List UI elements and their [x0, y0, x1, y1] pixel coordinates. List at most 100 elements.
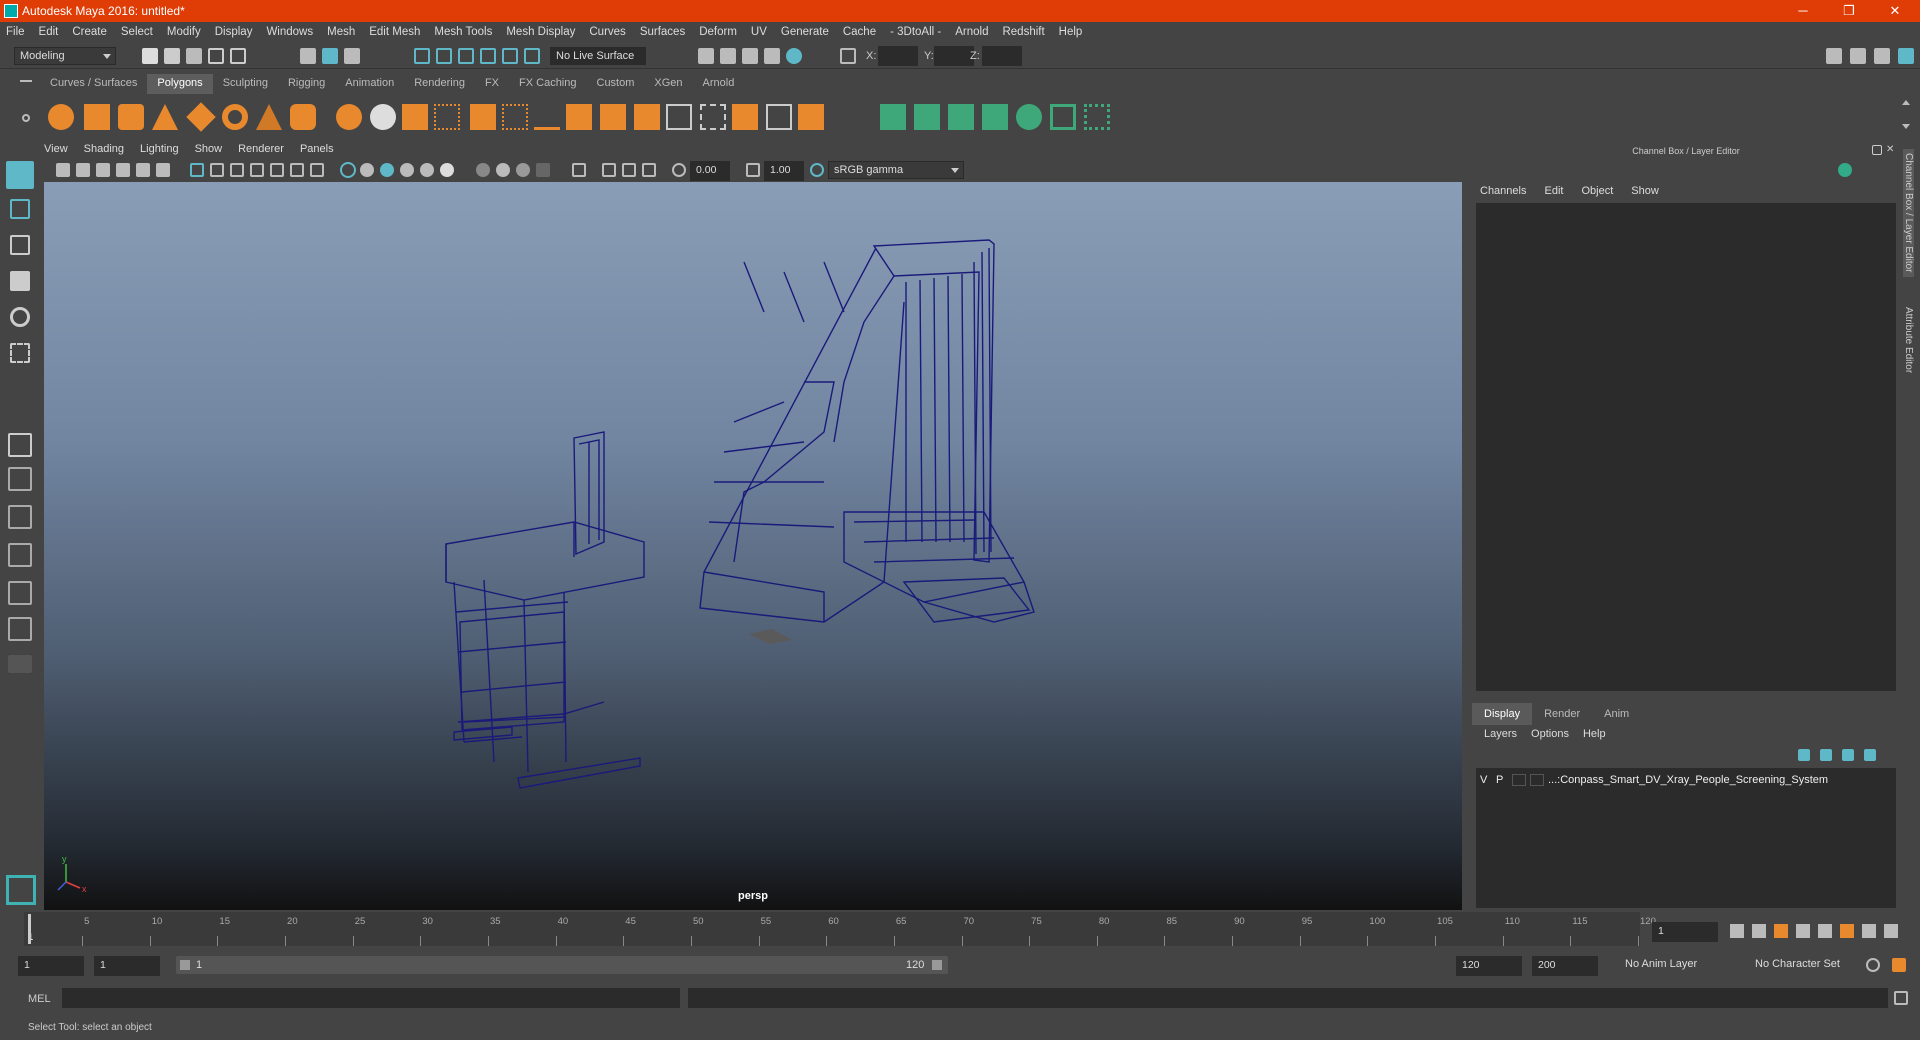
cb-menu-show[interactable]: Show	[1631, 185, 1659, 197]
render-settings-icon[interactable]	[764, 48, 780, 64]
channel-box-area[interactable]	[1476, 203, 1896, 691]
menu-mesh-tools[interactable]: Mesh Tools	[434, 26, 492, 38]
unfold-icon[interactable]	[1016, 104, 1042, 130]
undo-icon[interactable]	[208, 48, 224, 64]
attribute-editor-toggle-icon[interactable]	[1850, 48, 1866, 64]
insert-edge-icon[interactable]	[732, 104, 758, 130]
playback-end-field[interactable]: 120	[1456, 956, 1522, 976]
menu-create[interactable]: Create	[72, 26, 107, 38]
shelf-tab-fx[interactable]: FX	[475, 74, 509, 94]
hypershade-icon[interactable]	[786, 48, 802, 64]
poly-pyramid-icon[interactable]	[256, 104, 282, 130]
target-weld-icon[interactable]	[766, 104, 792, 130]
range-slider-right-handle[interactable]	[932, 960, 942, 970]
poly-plane-icon[interactable]	[186, 102, 216, 132]
close-panel-icon[interactable]: ✕	[1886, 145, 1896, 155]
planar-map-icon[interactable]	[880, 104, 906, 130]
menu-modify[interactable]: Modify	[167, 26, 201, 38]
camera-select-icon[interactable]	[56, 163, 70, 177]
shelf-tab-animation[interactable]: Animation	[335, 74, 404, 94]
gamma-icon[interactable]	[746, 163, 760, 177]
safe-title-icon[interactable]	[310, 163, 324, 177]
menu-mesh-display[interactable]: Mesh Display	[506, 26, 575, 38]
channel-box-toggle-icon[interactable]	[1898, 48, 1914, 64]
resolution-gate-icon[interactable]	[230, 163, 244, 177]
anti-aliasing-icon[interactable]	[516, 163, 530, 177]
layer-menu-options[interactable]: Options	[1531, 728, 1569, 740]
lasso-tool-icon[interactable]	[10, 199, 30, 219]
menu-help[interactable]: Help	[1059, 26, 1083, 38]
side-tab-channel-box[interactable]: Channel Box / Layer Editor	[1903, 149, 1914, 277]
ambient-occlusion-icon[interactable]	[476, 163, 490, 177]
layer-tab-render[interactable]: Render	[1532, 703, 1592, 725]
animation-preferences-icon[interactable]	[1892, 958, 1906, 972]
z-field[interactable]	[982, 46, 1022, 66]
automatic-map-icon[interactable]	[982, 104, 1008, 130]
save-scene-icon[interactable]	[186, 48, 202, 64]
new-layer-selected-icon[interactable]	[1864, 749, 1876, 761]
cut-uv-icon[interactable]	[1084, 104, 1110, 130]
play-forwards-icon[interactable]	[1818, 924, 1832, 938]
menu-deform[interactable]: Deform	[699, 26, 737, 38]
step-back-key-icon[interactable]	[1774, 924, 1788, 938]
select-by-hierarchy-icon[interactable]	[300, 48, 316, 64]
grease-pencil-icon[interactable]	[156, 163, 170, 177]
perspective-viewport[interactable]: y x persp	[44, 182, 1462, 910]
colorspace-dropdown[interactable]: sRGB gamma	[828, 161, 964, 179]
exposure-field[interactable]: 0.00	[690, 161, 730, 181]
layer-visibility-toggle[interactable]: V	[1480, 774, 1496, 786]
range-slider-left-handle[interactable]	[180, 960, 190, 970]
menu-edit[interactable]: Edit	[39, 26, 59, 38]
layer-name[interactable]: ...:Conpass_Smart_DV_Xray_People_Screeni…	[1548, 774, 1828, 786]
poly-pipe-icon[interactable]	[290, 104, 316, 130]
shelf-menu-icon[interactable]	[20, 80, 32, 82]
menu-windows[interactable]: Windows	[266, 26, 313, 38]
textured-icon[interactable]	[400, 163, 414, 177]
shelf-scroll-up-icon[interactable]	[1902, 100, 1910, 105]
layer-menu-layers[interactable]: Layers	[1484, 728, 1517, 740]
xray-icon[interactable]	[602, 163, 616, 177]
shelf-tab-xgen[interactable]: XGen	[644, 74, 692, 94]
cb-menu-edit[interactable]: Edit	[1544, 185, 1563, 197]
extrude-icon[interactable]	[470, 104, 496, 130]
2d-pan-zoom-icon[interactable]	[136, 163, 150, 177]
shelf-scroll-down-icon[interactable]	[1902, 124, 1910, 129]
shelf-tab-custom[interactable]: Custom	[587, 74, 645, 94]
mel-input[interactable]	[62, 988, 680, 1008]
shelf-tab-fx-caching[interactable]: FX Caching	[509, 74, 586, 94]
camera-attributes-icon[interactable]	[76, 163, 90, 177]
vp-menu-shading[interactable]: Shading	[84, 143, 124, 159]
move-tool-icon[interactable]	[10, 271, 30, 291]
isolate-select-icon[interactable]	[572, 163, 586, 177]
snap-view-plane-icon[interactable]	[480, 48, 496, 64]
append-icon[interactable]	[566, 104, 592, 130]
field-chart-icon[interactable]	[270, 163, 284, 177]
modeling-toolkit-icon[interactable]	[1826, 48, 1842, 64]
boolean-icon[interactable]	[434, 104, 460, 130]
vp-menu-lighting[interactable]: Lighting	[140, 143, 179, 159]
current-frame-field[interactable]: 1	[1652, 922, 1718, 942]
make-live-icon[interactable]	[502, 48, 518, 64]
safe-action-icon[interactable]	[290, 163, 304, 177]
go-to-end-icon[interactable]	[1884, 924, 1898, 938]
go-to-start-icon[interactable]	[1730, 924, 1744, 938]
snap-surface-icon[interactable]	[524, 48, 540, 64]
offset-edge-loop-icon[interactable]	[700, 104, 726, 130]
persp-outliner-layout-icon[interactable]	[8, 505, 32, 529]
multi-cut-icon[interactable]	[634, 104, 660, 130]
single-perspective-layout-icon[interactable]	[8, 433, 32, 457]
xray-active-icon[interactable]	[642, 163, 656, 177]
transform-mode-icon[interactable]	[840, 48, 856, 64]
color-management-icon[interactable]	[810, 163, 824, 177]
step-forward-key-icon[interactable]	[1840, 924, 1854, 938]
step-back-frame-icon[interactable]	[1752, 924, 1766, 938]
cb-menu-channels[interactable]: Channels	[1480, 185, 1526, 197]
merge-icon[interactable]	[798, 104, 824, 130]
shelf-tab-polygons[interactable]: Polygons	[147, 74, 213, 94]
vp-menu-panels[interactable]: Panels	[300, 143, 334, 159]
poly-sphere-icon[interactable]	[48, 104, 74, 130]
y-field[interactable]	[934, 46, 974, 66]
layer-playback-toggle[interactable]: P	[1496, 774, 1512, 786]
anim-layer-dropdown[interactable]: No Anim Layer	[1620, 956, 1740, 974]
live-surface-field[interactable]: No Live Surface	[550, 47, 646, 65]
